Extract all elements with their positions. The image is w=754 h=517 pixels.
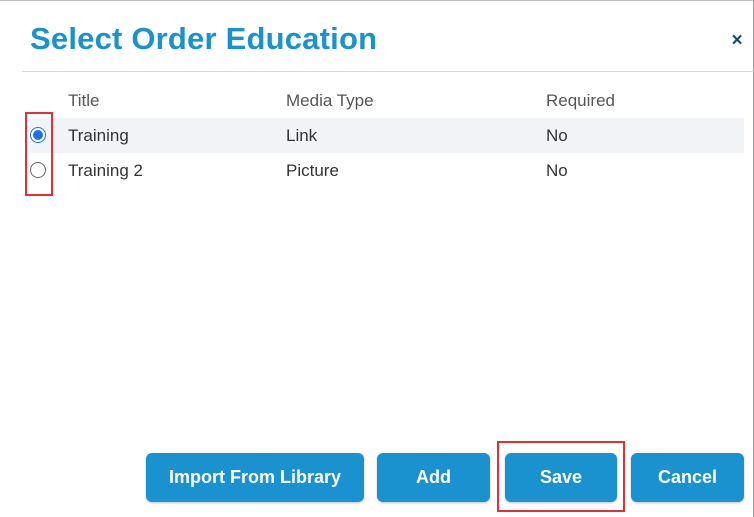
cancel-button[interactable]: Cancel xyxy=(631,453,744,502)
import-from-library-button[interactable]: Import From Library xyxy=(146,453,364,502)
row-required: No xyxy=(546,126,568,145)
grid-header-row: Title Media Type Required xyxy=(30,83,744,118)
row-title: Training 2 xyxy=(68,161,143,180)
dialog-title: Select Order Education xyxy=(30,21,378,56)
close-icon[interactable]: × xyxy=(727,31,747,51)
column-header-title[interactable]: Title xyxy=(68,83,100,118)
education-grid: Title Media Type Required Training Link … xyxy=(30,83,744,188)
select-order-education-dialog: Select Order Education × Title Media Typ… xyxy=(0,0,754,517)
radio-highlight-box xyxy=(25,112,53,196)
table-row[interactable]: Training Link No xyxy=(30,118,744,153)
row-required: No xyxy=(546,161,568,180)
table-row[interactable]: Training 2 Picture No xyxy=(30,153,744,188)
column-header-media-type[interactable]: Media Type xyxy=(286,83,374,118)
save-highlight-box xyxy=(497,441,625,512)
column-header-required[interactable]: Required xyxy=(546,83,615,118)
row-media-type: Picture xyxy=(286,161,339,180)
row-title: Training xyxy=(68,126,129,145)
add-button[interactable]: Add xyxy=(377,453,490,502)
title-divider xyxy=(22,71,754,72)
row-media-type: Link xyxy=(286,126,318,145)
